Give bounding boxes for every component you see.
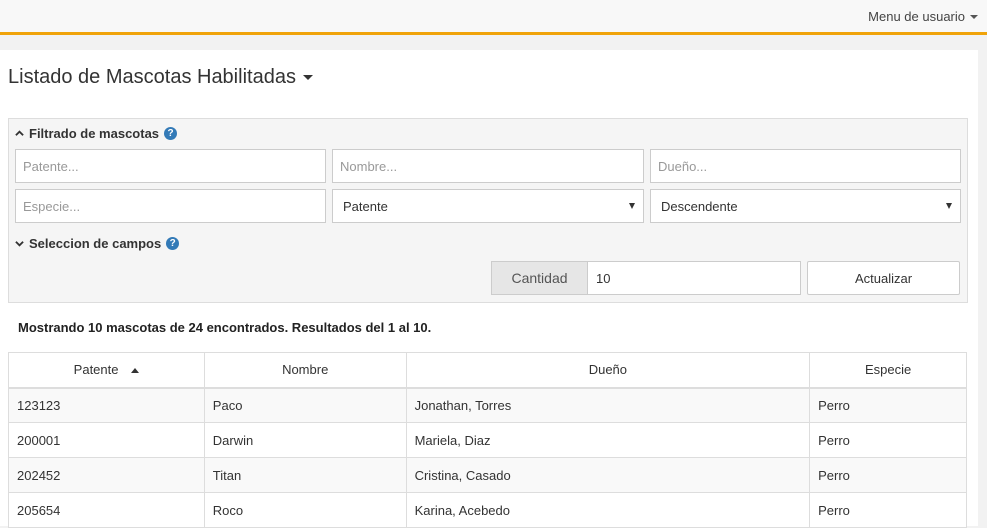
dueno-cell: Jonathan, Torres bbox=[405, 387, 811, 423]
nombre-cell: Paco bbox=[203, 387, 407, 423]
dueno-cell: Mariela, Diaz bbox=[405, 422, 811, 458]
update-button[interactable]: Actualizar bbox=[807, 261, 960, 295]
column-header-label: Especie bbox=[864, 362, 912, 378]
user-menu-label: Menu de usuario bbox=[868, 9, 965, 24]
filter-section-title: Filtrado de mascotas bbox=[29, 126, 160, 141]
column-header-especie[interactable]: Especie bbox=[809, 352, 967, 389]
order-field-value: Patente bbox=[343, 198, 388, 214]
patente-cell: 200001 bbox=[8, 422, 205, 458]
filter-panel: Filtrado de mascotas ? Patente Descenden… bbox=[8, 118, 968, 303]
especie-filter-input[interactable] bbox=[15, 189, 326, 223]
especie-cell: Perro bbox=[809, 422, 967, 458]
dropdown-arrow-icon bbox=[629, 203, 635, 209]
dueno-cell: Karina, Acebedo bbox=[405, 492, 811, 528]
dropdown-arrow-icon bbox=[946, 203, 952, 209]
caret-down-icon bbox=[302, 75, 313, 80]
especie-cell: Perro bbox=[809, 492, 967, 528]
results-summary: Mostrando 10 mascotas de 24 encontrados.… bbox=[18, 320, 432, 335]
column-header-label: Nombre bbox=[282, 362, 329, 378]
column-header-dueno[interactable]: Dueño bbox=[405, 352, 811, 389]
filter-section-toggle[interactable]: Filtrado de mascotas ? bbox=[15, 126, 178, 141]
dueno-cell: Cristina, Casado bbox=[405, 457, 811, 493]
patente-cell: 202452 bbox=[8, 457, 205, 493]
fields-section-title: Seleccion de campos bbox=[29, 236, 162, 251]
help-icon[interactable]: ? bbox=[164, 127, 178, 140]
nombre-cell: Titan bbox=[203, 457, 407, 493]
column-header-nombre[interactable]: Nombre bbox=[203, 352, 407, 389]
table-row[interactable]: 200001 Darwin Mariela, Diaz Perro bbox=[8, 422, 967, 458]
page-title: Listado de Mascotas Habilitadas bbox=[8, 66, 296, 88]
main-panel: Listado de Mascotas Habilitadas Filtrado… bbox=[0, 50, 978, 528]
nombre-cell: Darwin bbox=[203, 422, 407, 458]
column-header-patente[interactable]: Patente bbox=[8, 352, 205, 389]
table-header-row: Patente Nombre Dueño Especie bbox=[8, 352, 967, 389]
order-direction-select[interactable]: Descendente bbox=[650, 189, 961, 223]
quantity-input[interactable] bbox=[587, 261, 801, 295]
top-navbar: Menu de usuario bbox=[0, 0, 987, 35]
pets-table: Patente Nombre Dueño Especie 123123 Paco… bbox=[8, 352, 967, 528]
help-icon[interactable]: ? bbox=[166, 237, 180, 250]
especie-cell: Perro bbox=[809, 457, 967, 493]
table-row[interactable]: 202452 Titan Cristina, Casado Perro bbox=[8, 457, 967, 493]
quantity-label: Cantidad bbox=[491, 261, 587, 295]
user-menu-dropdown[interactable]: Menu de usuario bbox=[868, 9, 978, 24]
table-row[interactable]: 205654 Roco Karina, Acebedo Perro bbox=[8, 492, 967, 528]
nombre-filter-input[interactable] bbox=[332, 149, 644, 183]
column-header-label: Patente bbox=[73, 362, 119, 378]
dueno-filter-input[interactable] bbox=[650, 149, 961, 183]
order-direction-value: Descendente bbox=[661, 198, 738, 214]
patente-cell: 205654 bbox=[8, 492, 205, 528]
table-row[interactable]: 123123 Paco Jonathan, Torres Perro bbox=[8, 387, 967, 423]
patente-cell: 123123 bbox=[8, 387, 205, 423]
especie-cell: Perro bbox=[809, 387, 967, 423]
chevron-up-icon bbox=[15, 130, 24, 136]
page-title-dropdown[interactable]: Listado de Mascotas Habilitadas bbox=[8, 66, 313, 89]
caret-down-icon bbox=[970, 14, 978, 19]
sort-ascending-icon bbox=[131, 368, 140, 374]
patente-filter-input[interactable] bbox=[15, 149, 326, 183]
column-header-label: Dueño bbox=[588, 362, 628, 378]
fields-section-toggle[interactable]: Seleccion de campos ? bbox=[15, 236, 180, 251]
order-field-select[interactable]: Patente bbox=[332, 189, 644, 223]
nombre-cell: Roco bbox=[203, 492, 407, 528]
chevron-down-icon bbox=[15, 241, 24, 247]
